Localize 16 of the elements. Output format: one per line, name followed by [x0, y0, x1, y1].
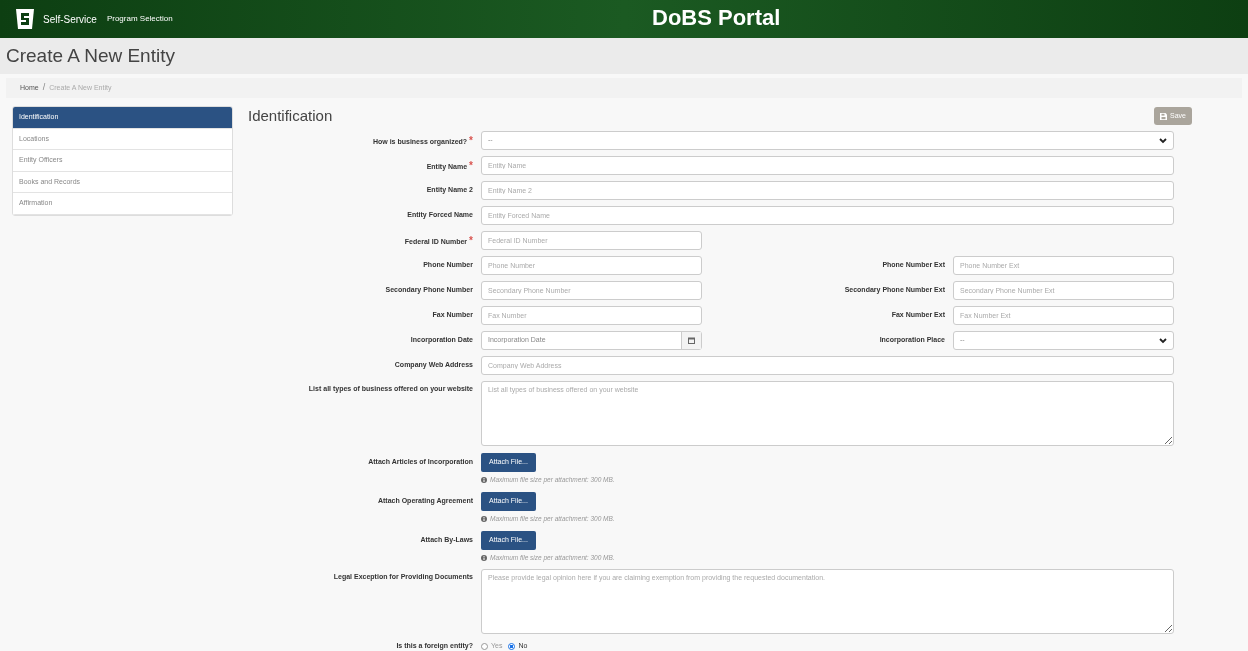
- page-title: Create A New Entity: [6, 43, 175, 68]
- required-asterisk: *: [469, 235, 473, 246]
- section-title: Identification: [248, 105, 333, 126]
- info-icon: [481, 554, 487, 561]
- chevron-down-icon: [1159, 337, 1167, 344]
- info-icon: [481, 476, 487, 483]
- app-name[interactable]: Self-Service: [43, 11, 97, 27]
- portal-title: DoBS Portal: [652, 4, 781, 32]
- chevron-down-icon: [1159, 137, 1167, 144]
- required-asterisk: *: [469, 160, 473, 171]
- breadcrumb-separator: /: [42, 81, 46, 95]
- info-icon: [481, 515, 487, 522]
- calendar-icon: [688, 337, 695, 344]
- required-asterisk: *: [469, 135, 473, 146]
- keystone-logo-icon: [15, 8, 35, 30]
- program-selection-link[interactable]: Program Selection: [106, 13, 173, 25]
